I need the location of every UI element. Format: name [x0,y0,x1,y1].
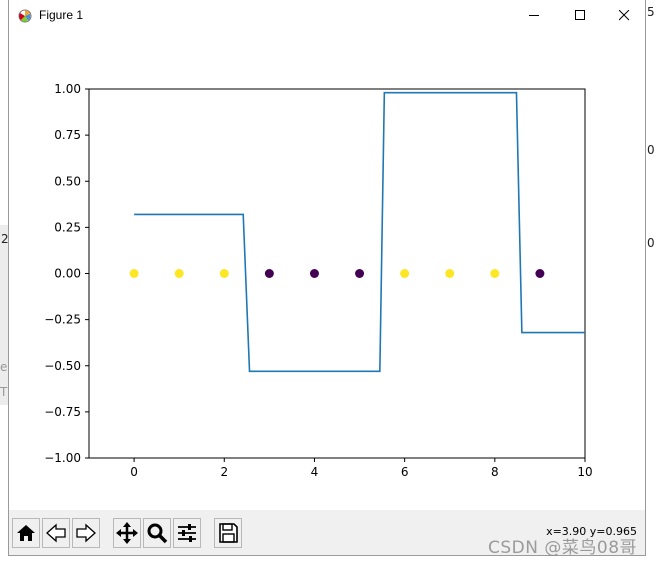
watermark-text: CSDN @菜鸟08哥 [488,538,638,558]
save-icon [219,523,238,543]
pan-icon [116,522,138,544]
back-icon [46,523,66,543]
scatter-point [400,269,410,278]
zoom-button[interactable] [143,518,171,548]
y-tick-label: 0.50 [54,174,81,188]
background-right-text-1: 5 [647,5,655,19]
matplotlib-app-icon [18,8,32,23]
back-button[interactable] [42,518,70,548]
pan-button[interactable] [113,518,141,548]
background-left-panel [0,225,8,405]
maximize-button[interactable] [557,0,603,31]
figure-canvas[interactable]: 0 2 4 6 8 10 1.00 0.75 0.50 0.25 0.00 −0.25 −0.50 −0.… [9,31,645,509]
configure-subplots-icon [178,524,196,542]
y-tick-label: −0.25 [44,313,81,327]
x-tick-label: 0 [130,465,138,479]
y-tick-label: 1.00 [54,82,81,96]
x-tick-label: 2 [220,465,228,479]
scatter-point [490,269,500,278]
y-tick-label: −1.00 [44,451,81,465]
plot-area[interactable]: 0 2 4 6 8 10 1.00 0.75 0.50 0.25 0.00 −0.25 −0.50 −0.… [9,31,645,509]
scatter-point [174,269,184,278]
home-icon [17,525,35,541]
y-tick-label: −0.50 [44,359,81,373]
scatter-point [309,269,319,278]
x-tick-label: 4 [311,465,319,479]
background-left-text-3: T [0,385,8,399]
background-left-text-2: e [0,360,8,374]
y-tick-label: −0.75 [44,405,81,419]
home-button[interactable] [12,518,40,548]
y-tick-label: 0.75 [54,128,81,142]
scatter-point [445,269,455,278]
scatter-point [264,269,274,278]
configure-subplots-button[interactable] [173,518,201,548]
background-right-text-3: 0 [647,236,655,250]
scatter-point [219,269,229,278]
background-right-panel [646,0,656,563]
window-title: Figure 1 [39,8,84,22]
scatter-point [129,269,139,278]
save-button[interactable] [214,518,242,548]
close-icon [618,10,629,21]
axes-frame [88,88,586,459]
title-bar[interactable]: Figure 1 [9,0,645,31]
close-button[interactable] [601,0,647,31]
minimize-button[interactable] [511,0,557,31]
forward-icon [76,523,96,543]
x-tick-label: 10 [577,465,592,479]
scatter-point [535,269,545,278]
background-right-text-2: 0 [647,143,655,157]
forward-button[interactable] [72,518,100,548]
zoom-icon [147,523,168,544]
minimize-icon [528,15,539,16]
scatter-point [355,269,365,278]
y-tick-label: 0.25 [54,220,81,234]
figure-window: Figure 1 0 2 4 6 8 10 1.00 0.75 0.50 0.25 0.00 −0.2… [8,0,646,556]
x-tick-label: 8 [491,465,499,479]
x-tick-label: 6 [401,465,409,479]
maximize-icon [574,10,585,20]
y-tick-label: 0.00 [54,267,81,281]
